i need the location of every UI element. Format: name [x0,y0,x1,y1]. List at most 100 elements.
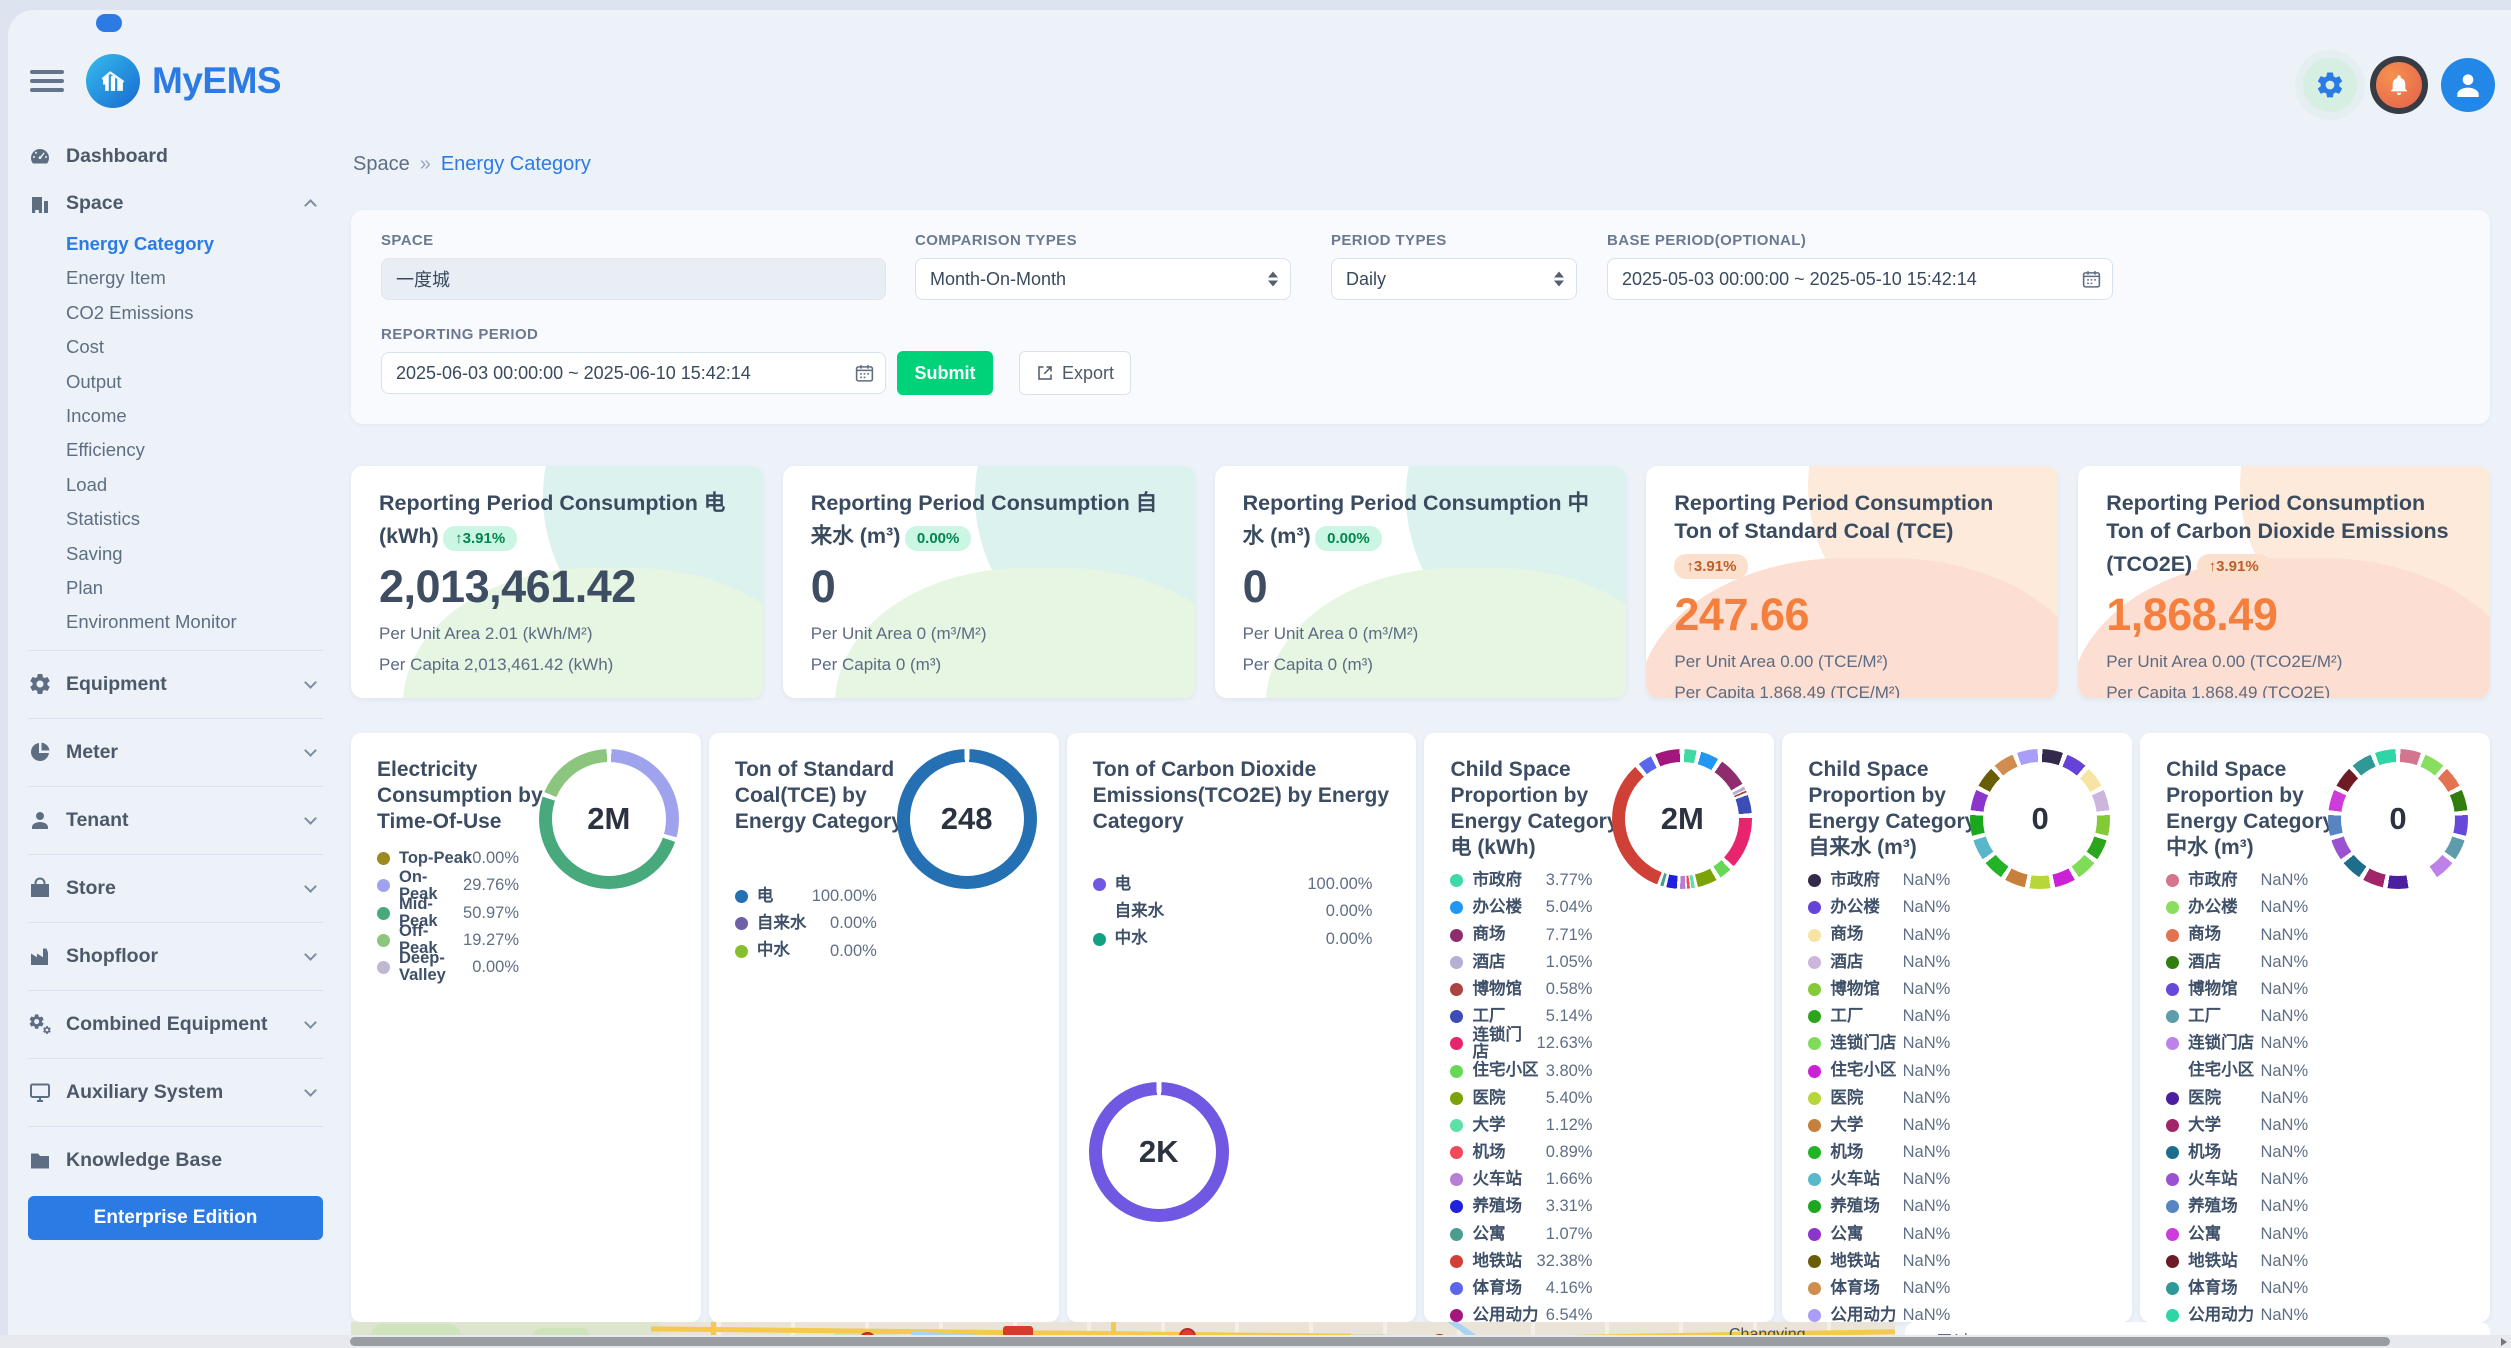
menu-icon[interactable] [30,70,64,96]
legend-item[interactable]: 大学NaN% [2166,1112,2308,1139]
settings-gear-icon[interactable] [2303,58,2357,112]
breadcrumb-current[interactable]: Energy Category [441,153,591,176]
brand[interactable]: MyEMS [86,54,281,108]
legend-item[interactable]: 大学1.12% [1450,1112,1592,1139]
base-period-input[interactable]: 2025-05-03 00:00:00 ~ 2025-05-10 15:42:1… [1607,258,2113,300]
sidebar-item-auxiliary-system[interactable]: Auxiliary System [28,1069,323,1116]
legend-item[interactable]: 住宅小区NaN% [1808,1057,1950,1084]
legend-item[interactable]: 养殖场NaN% [2166,1193,2308,1220]
legend-item[interactable]: 医院NaN% [2166,1085,2308,1112]
donut-chart[interactable]: 0 [2328,749,2468,889]
legend-item[interactable]: 市政府3.77% [1450,867,1592,894]
legend-item[interactable]: 电100.00% [1093,871,1373,898]
legend-item[interactable]: 火车站1.66% [1450,1166,1592,1193]
legend-item[interactable]: 地铁站NaN% [1808,1248,1950,1275]
legend-item[interactable]: 酒店NaN% [2166,949,2308,976]
legend-item[interactable]: 市政府NaN% [1808,867,1950,894]
sidebar-item-equipment[interactable]: Equipment [28,661,323,708]
breadcrumb-space-link[interactable]: Space [353,153,410,176]
legend-item[interactable]: 连锁门店12.63% [1450,1030,1592,1057]
legend-item[interactable]: 火车站NaN% [2166,1166,2308,1193]
legend-item[interactable]: 体育场NaN% [1808,1275,1950,1302]
sidebar-subitem-load[interactable]: Load [28,468,323,502]
legend-item[interactable]: Deep-Valley0.00% [377,954,519,981]
sidebar-subitem-output[interactable]: Output [28,365,323,399]
legend-item[interactable]: 公寓NaN% [1808,1221,1950,1248]
sidebar-subitem-efficiency[interactable]: Efficiency [28,433,323,467]
legend-item[interactable]: 酒店NaN% [1808,949,1950,976]
legend-item[interactable]: 工厂NaN% [1808,1003,1950,1030]
legend-item[interactable]: 公寓1.07% [1450,1221,1592,1248]
legend-item[interactable]: 连锁门店NaN% [2166,1030,2308,1057]
sidebar-subitem-energy-category[interactable]: Energy Category [28,227,323,261]
notifications-bell-icon[interactable] [2370,56,2428,114]
legend-item[interactable]: 办公楼NaN% [1808,894,1950,921]
donut-chart[interactable]: 2M [1612,749,1752,889]
legend-item[interactable]: 机场NaN% [2166,1139,2308,1166]
legend-item[interactable]: 医院NaN% [1808,1085,1950,1112]
legend-item[interactable]: 地铁站32.38% [1450,1248,1592,1275]
legend-item[interactable]: 住宅小区3.80% [1450,1057,1592,1084]
user-avatar-icon[interactable] [2441,58,2495,112]
reporting-period-input[interactable]: 2025-06-03 00:00:00 ~ 2025-06-10 15:42:1… [381,352,886,394]
legend-item[interactable]: 中水0.00% [1093,925,1373,952]
legend-item[interactable]: 自来水0.00% [735,910,877,937]
sidebar-item-store[interactable]: Store [28,865,323,912]
comparison-types-select[interactable]: Month-On-Month [915,258,1291,300]
legend-item[interactable]: 养殖场3.31% [1450,1193,1592,1220]
legend-item[interactable]: 机场NaN% [1808,1139,1950,1166]
scrollbar-right-arrow-icon[interactable] [2501,1338,2507,1346]
calendar-icon[interactable] [2081,269,2102,290]
legend-item[interactable]: 养殖场NaN% [1808,1193,1950,1220]
donut-chart[interactable]: 248 [897,749,1037,889]
sidebar-subitem-income[interactable]: Income [28,399,323,433]
legend-item[interactable]: 中水0.00% [735,937,877,964]
submit-button[interactable]: Submit [897,351,993,395]
sidebar-subitem-cost[interactable]: Cost [28,330,323,364]
sidebar-item-knowledge-base[interactable]: Knowledge Base [28,1137,323,1184]
sidebar-item-combined-equipment[interactable]: Combined Equipment [28,1001,323,1048]
sidebar-item-shopfloor[interactable]: Shopfloor [28,933,323,980]
legend-item[interactable]: 博物馆0.58% [1450,976,1592,1003]
donut-chart[interactable]: 2M [539,749,679,889]
legend-item[interactable]: 自来水0.00% [1093,898,1373,925]
legend-item[interactable]: 公寓NaN% [2166,1221,2308,1248]
legend-item[interactable]: 医院5.40% [1450,1085,1592,1112]
donut-chart[interactable]: 0 [1970,749,2110,889]
legend-item[interactable]: 办公楼NaN% [2166,894,2308,921]
calendar-icon[interactable] [854,363,875,384]
legend-item[interactable]: 体育场NaN% [2166,1275,2308,1302]
legend-item[interactable]: 酒店1.05% [1450,949,1592,976]
legend-item[interactable]: 地铁站NaN% [2166,1248,2308,1275]
donut-chart[interactable]: 2K [1089,1082,1229,1222]
legend-item[interactable]: 商场NaN% [2166,922,2308,949]
legend-item[interactable]: 连锁门店NaN% [1808,1030,1950,1057]
sidebar-item-space[interactable]: Space [28,180,323,227]
legend-item[interactable]: 公用动力6.54% [1450,1302,1592,1322]
legend-item[interactable]: 商场NaN% [1808,922,1950,949]
legend-item[interactable]: 电100.00% [735,883,877,910]
sidebar-subitem-co2-emissions[interactable]: CO2 Emissions [28,296,323,330]
sidebar-subitem-saving[interactable]: Saving [28,537,323,571]
sidebar-item-tenant[interactable]: Tenant [28,797,323,844]
legend-item[interactable]: 体育场4.16% [1450,1275,1592,1302]
legend-item[interactable]: 住宅小区NaN% [2166,1057,2308,1084]
legend-item[interactable]: 办公楼5.04% [1450,894,1592,921]
legend-item[interactable]: 火车站NaN% [1808,1166,1950,1193]
enterprise-edition-button[interactable]: Enterprise Edition [28,1196,323,1240]
sidebar-item-dashboard[interactable]: Dashboard [28,133,323,180]
sidebar-subitem-plan[interactable]: Plan [28,571,323,605]
legend-item[interactable]: 机场0.89% [1450,1139,1592,1166]
scrollbar-thumb[interactable] [350,1337,2390,1346]
sidebar-subitem-environment-monitor[interactable]: Environment Monitor [28,605,323,639]
legend-item[interactable]: 公用动力NaN% [2166,1302,2308,1322]
sidebar-item-meter[interactable]: Meter [28,729,323,776]
sidebar-subitem-statistics[interactable]: Statistics [28,502,323,536]
space-input[interactable] [381,258,886,300]
legend-item[interactable]: 大学NaN% [1808,1112,1950,1139]
legend-item[interactable]: 博物馆NaN% [2166,976,2308,1003]
period-types-select[interactable]: Daily [1331,258,1577,300]
sidebar-subitem-energy-item[interactable]: Energy Item [28,261,323,295]
legend-item[interactable]: 商场7.71% [1450,922,1592,949]
export-button[interactable]: Export [1019,351,1131,395]
